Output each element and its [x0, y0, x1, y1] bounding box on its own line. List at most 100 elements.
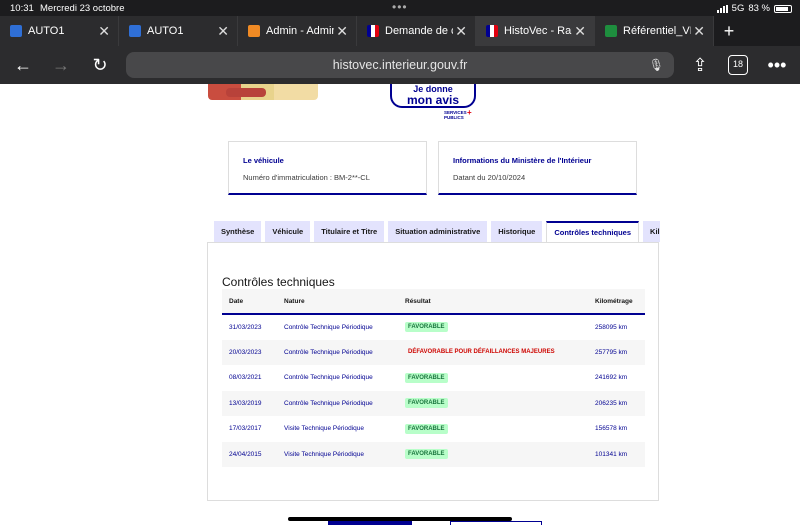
feedback-line2: mon avis [406, 93, 460, 107]
multitask-dots-icon[interactable]: ••• [392, 0, 408, 14]
auto1-favicon-icon [129, 25, 141, 37]
ministry-card-value: Datant du 20/10/2024 [453, 173, 526, 182]
status-indicators: 5G 83 % [716, 3, 792, 14]
browser-tab-bar: AUTO1 ✕ AUTO1 ✕ Admin - Admin ✕ Demande … [0, 16, 800, 46]
tab-controles-techniques[interactable]: Contrôles techniques [546, 221, 640, 242]
row-km: 206235 km [588, 390, 645, 416]
row-nature: Visite Technique Périodique [284, 425, 364, 433]
sheets-favicon-icon [605, 25, 617, 37]
vehicle-card-value: Numéro d'immatriculation : BM-2**-CL [243, 173, 370, 182]
row-date: 20/03/2023 [222, 339, 277, 365]
status-date: Mercredi 23 octobre [40, 3, 125, 14]
row-result: FAVORABLE [398, 416, 588, 442]
vehicle-card-heading: Le véhicule [243, 156, 284, 165]
status-time: 10:31 [10, 3, 34, 14]
browser-tab-title: HistoVec - Rap [504, 25, 572, 37]
marianne-favicon-icon [367, 25, 379, 37]
marianne-favicon-icon [486, 25, 498, 37]
row-result: FAVORABLE [398, 390, 588, 416]
row-result: FAVORABLE [398, 314, 588, 340]
close-tab-icon[interactable]: ✕ [693, 23, 705, 40]
browser-tab-demande[interactable]: Demande de c ✕ [357, 16, 476, 46]
admin-favicon-icon [248, 25, 260, 37]
row-result: FAVORABLE [398, 365, 588, 391]
table-header-row: Date Nature Résultat Kilométrage [222, 289, 645, 315]
services-publics-plus-icon: + [467, 108, 472, 117]
row-km: 101341 km [588, 441, 645, 467]
result-badge: FAVORABLE [405, 423, 448, 434]
more-menu-icon[interactable]: ••• [766, 54, 788, 76]
column-header-nature: Nature [277, 289, 398, 315]
tab-situation-administrative[interactable]: Situation administrative [388, 221, 488, 242]
tab-titulaire[interactable]: Titulaire et Titre [314, 221, 385, 242]
browser-tab-auto1-second[interactable]: AUTO1 ✕ [119, 16, 238, 46]
row-km: 241692 km [595, 374, 628, 382]
network-label: 5G [731, 3, 745, 14]
browser-tab-admin[interactable]: Admin - Admin ✕ [238, 16, 357, 46]
signal-icon [716, 4, 728, 13]
bottom-primary-button[interactable] [328, 521, 412, 525]
tab-count-button[interactable]: 18 [728, 55, 748, 75]
row-date: 24/04/2015 [222, 441, 277, 467]
row-km: 156578 km [595, 425, 628, 433]
tab-vehicule[interactable]: Véhicule [265, 221, 311, 242]
table-row: 13/03/2019 Contrôle Technique Périodique… [222, 390, 645, 416]
row-date: 31/03/2023 [229, 323, 262, 331]
row-km: 258095 km [595, 323, 628, 331]
browser-toolbar: ← → ↻ histovec.interieur.gouv.fr 🎙 ⇪ 18 … [0, 46, 800, 84]
row-km: 257795 km [588, 339, 645, 365]
browser-tab-referentiel[interactable]: Référentiel_VIN ✕ [595, 16, 714, 46]
browser-tab-auto1-first[interactable]: AUTO1 ✕ [0, 16, 119, 46]
table-row: 31/03/2023 Contrôle Technique Périodique… [222, 314, 645, 340]
row-result: FAVORABLE [398, 441, 588, 467]
status-bar: 10:31 Mercredi 23 octobre ••• 5G 83 % [0, 0, 800, 16]
row-nature: Contrôle Technique Périodique [284, 374, 373, 382]
close-tab-icon[interactable]: ✕ [574, 23, 586, 40]
feedback-button[interactable]: Je donne mon avis [390, 84, 476, 108]
address-bar[interactable]: histovec.interieur.gouv.fr 🎙 [126, 52, 674, 78]
close-tab-icon[interactable]: ✕ [98, 23, 110, 40]
result-badge: FAVORABLE [405, 372, 448, 383]
tab-historique[interactable]: Historique [491, 221, 543, 242]
home-indicator[interactable] [288, 517, 512, 521]
browser-tab-title: AUTO1 [28, 25, 65, 37]
back-arrow-icon[interactable]: ← [12, 54, 34, 76]
row-date: 13/03/2019 [222, 390, 277, 416]
new-tab-button[interactable]: + [714, 16, 744, 46]
bottom-secondary-button[interactable] [450, 521, 542, 525]
column-header-date: Date [222, 289, 277, 315]
row-nature: Contrôle Technique Périodique [284, 323, 373, 331]
share-icon[interactable]: ⇪ [689, 54, 711, 76]
close-tab-icon[interactable]: ✕ [217, 23, 229, 40]
row-result: DÉFAVORABLE POUR DÉFAILLANCES MAJEURES [398, 339, 588, 365]
tab-kilometrage[interactable]: Kil [643, 221, 660, 242]
result-badge: DÉFAVORABLE POUR DÉFAILLANCES MAJEURES [408, 349, 555, 356]
microphone-icon[interactable]: 🎙 [649, 52, 664, 78]
row-nature: Contrôle Technique Périodique [277, 339, 398, 365]
table-row: 08/03/2021 Contrôle Technique Périodique… [222, 365, 645, 391]
url-text: histovec.interieur.gouv.fr [332, 58, 468, 72]
car-illustration [226, 88, 266, 97]
services-publics-text: SERVICES PUBLICS [444, 110, 467, 120]
result-badge: FAVORABLE [405, 449, 448, 460]
table-row: 24/04/2015 Visite Technique Périodique F… [222, 441, 645, 467]
table-row: 20/03/2023 Contrôle Technique Périodique… [222, 339, 645, 365]
plus-icon: + [723, 20, 735, 41]
tab-synthese[interactable]: Synthèse [214, 221, 262, 242]
reload-icon[interactable]: ↻ [89, 54, 111, 76]
web-page: Je donne mon avis SERVICES PUBLICS + Le … [0, 84, 800, 525]
column-header-resultat: Résultat [398, 289, 588, 315]
auto1-favicon-icon [10, 25, 22, 37]
browser-tab-title: AUTO1 [147, 25, 184, 37]
browser-tab-title: Référentiel_VIN [623, 25, 691, 37]
close-tab-icon[interactable]: ✕ [455, 23, 467, 40]
battery-label: 83 % [748, 3, 770, 14]
ministry-card-heading: Informations du Ministère de l'Intérieur [453, 156, 592, 165]
controles-panel: Contrôles techniques Date Nature Résulta… [207, 242, 659, 501]
browser-tab-title: Demande de c [385, 25, 453, 37]
browser-tab-histovec[interactable]: HistoVec - Rap ✕ [476, 16, 595, 46]
section-title: Contrôles techniques [222, 275, 335, 289]
close-tab-icon[interactable]: ✕ [336, 23, 348, 40]
row-date: 17/03/2017 [229, 425, 262, 433]
forward-arrow-icon[interactable]: → [50, 54, 72, 76]
